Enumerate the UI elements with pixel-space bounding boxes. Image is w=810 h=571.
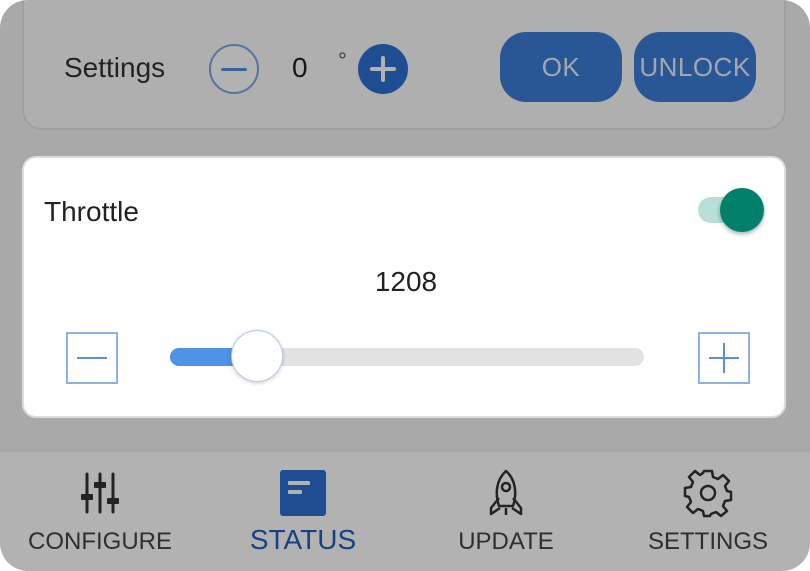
minus-icon [77, 357, 107, 359]
throttle-increment-button[interactable] [698, 332, 750, 384]
throttle-title: Throttle [44, 196, 139, 227]
slider-thumb[interactable] [231, 330, 284, 382]
throttle-slider[interactable] [170, 330, 644, 382]
throttle-decrement-button[interactable] [66, 332, 118, 384]
plus-icon-vertical [723, 343, 725, 373]
throttle-value: 1208 [374, 266, 438, 297]
app-frame: Settings 0 ° OK UNLOCK CONFIGURE STATUS … [0, 0, 810, 571]
toggle-knob [720, 188, 764, 232]
throttle-card: Throttle 1208 [22, 156, 786, 418]
throttle-toggle[interactable] [694, 188, 766, 232]
